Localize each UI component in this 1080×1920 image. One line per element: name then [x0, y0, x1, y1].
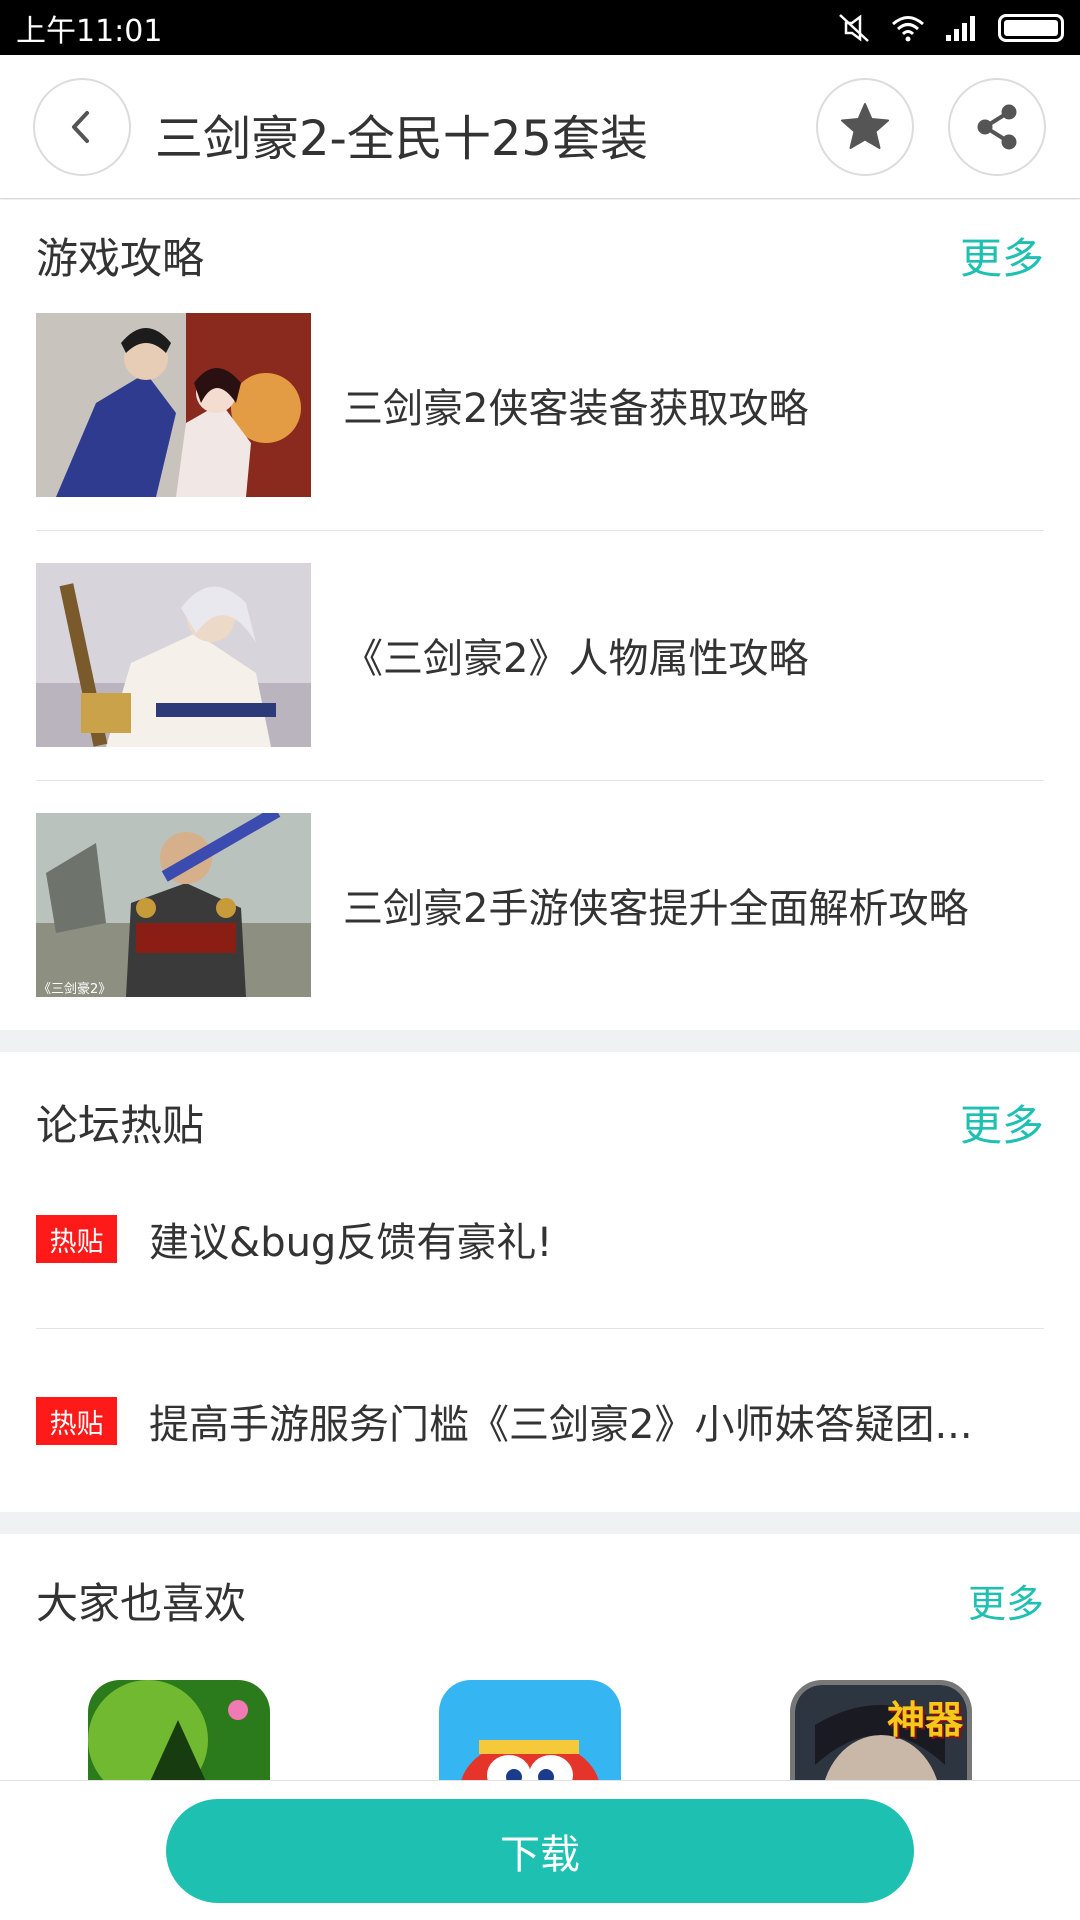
guide-item[interactable]: 三剑豪2侠客装备获取攻略 — [36, 280, 1044, 530]
chevron-left-icon — [72, 111, 89, 143]
recommend-more-link[interactable]: 更多 — [968, 1573, 1044, 1628]
status-icons — [836, 13, 1064, 43]
forum-more-link[interactable]: 更多 — [960, 1092, 1044, 1153]
status-time: 上午11:01 — [16, 13, 163, 49]
section-gap — [0, 1030, 1080, 1052]
guide-thumbnail: 《三剑豪2》 — [36, 813, 311, 997]
guide-thumbnail — [36, 563, 311, 747]
mute-icon — [839, 13, 869, 42]
forum-section: 论坛热贴 更多 热贴 建议&bug反馈有豪礼! 热贴 提高手游服务门槛《三剑豪2… — [0, 1052, 1080, 1512]
battery-icon — [998, 13, 1064, 42]
recommend-header: 大家也喜欢 更多 — [36, 1570, 1044, 1631]
guides-header: 游戏攻略 更多 — [36, 225, 1044, 286]
status-bar: 上午11:01 — [0, 0, 1080, 55]
star-icon — [841, 103, 889, 149]
wifi-icon — [892, 15, 924, 41]
favorite-button[interactable] — [816, 78, 914, 176]
hot-badge: 热贴 — [36, 1215, 117, 1263]
post-title: 提高手游服务门槛《三剑豪2》小师妹答疑团... — [149, 1402, 973, 1448]
guides-section: 游戏攻略 更多 三剑豪2侠客装备获取攻略 《三剑豪2》人物属性攻略 《三剑豪2》… — [0, 200, 1080, 1030]
guide-title: 三剑豪2手游侠客提升全面解析攻略 — [343, 886, 969, 932]
recommend-title: 大家也喜欢 — [36, 1579, 247, 1628]
guide-item[interactable]: 《三剑豪2》 三剑豪2手游侠客提升全面解析攻略 — [36, 780, 1044, 1030]
post-title: 建议&bug反馈有豪礼! — [149, 1220, 553, 1266]
guides-more-link[interactable]: 更多 — [960, 225, 1044, 286]
page-title: 三剑豪2-全民十25套装 — [155, 111, 648, 167]
thumbnail-caption: 《三剑豪2》 — [38, 982, 112, 997]
share-icon — [977, 104, 1017, 150]
hot-badge: 热贴 — [36, 1397, 117, 1445]
bottom-bar: 下载 — [0, 1780, 1080, 1920]
forum-title: 论坛热贴 — [36, 1101, 205, 1150]
share-button[interactable] — [948, 78, 1046, 176]
divider — [36, 1328, 1044, 1329]
app-header: 三剑豪2-全民十25套装 — [0, 55, 1080, 199]
forum-header: 论坛热贴 更多 — [36, 1092, 1044, 1153]
guide-title: 《三剑豪2》人物属性攻略 — [343, 636, 809, 682]
signal-icon — [946, 15, 975, 41]
guide-title: 三剑豪2侠客装备获取攻略 — [343, 386, 809, 432]
back-button[interactable] — [33, 78, 131, 176]
app-icon-text: 神器 — [886, 1698, 963, 1742]
download-button[interactable]: 下载 — [166, 1799, 914, 1903]
guides-title: 游戏攻略 — [36, 234, 205, 283]
guide-thumbnail — [36, 313, 311, 497]
forum-post[interactable]: 热贴 提高手游服务门槛《三剑豪2》小师妹答疑团... — [36, 1331, 1044, 1511]
forum-post[interactable]: 热贴 建议&bug反馈有豪礼! — [36, 1149, 1044, 1329]
section-gap — [0, 1512, 1080, 1534]
guide-item[interactable]: 《三剑豪2》人物属性攻略 — [36, 530, 1044, 780]
